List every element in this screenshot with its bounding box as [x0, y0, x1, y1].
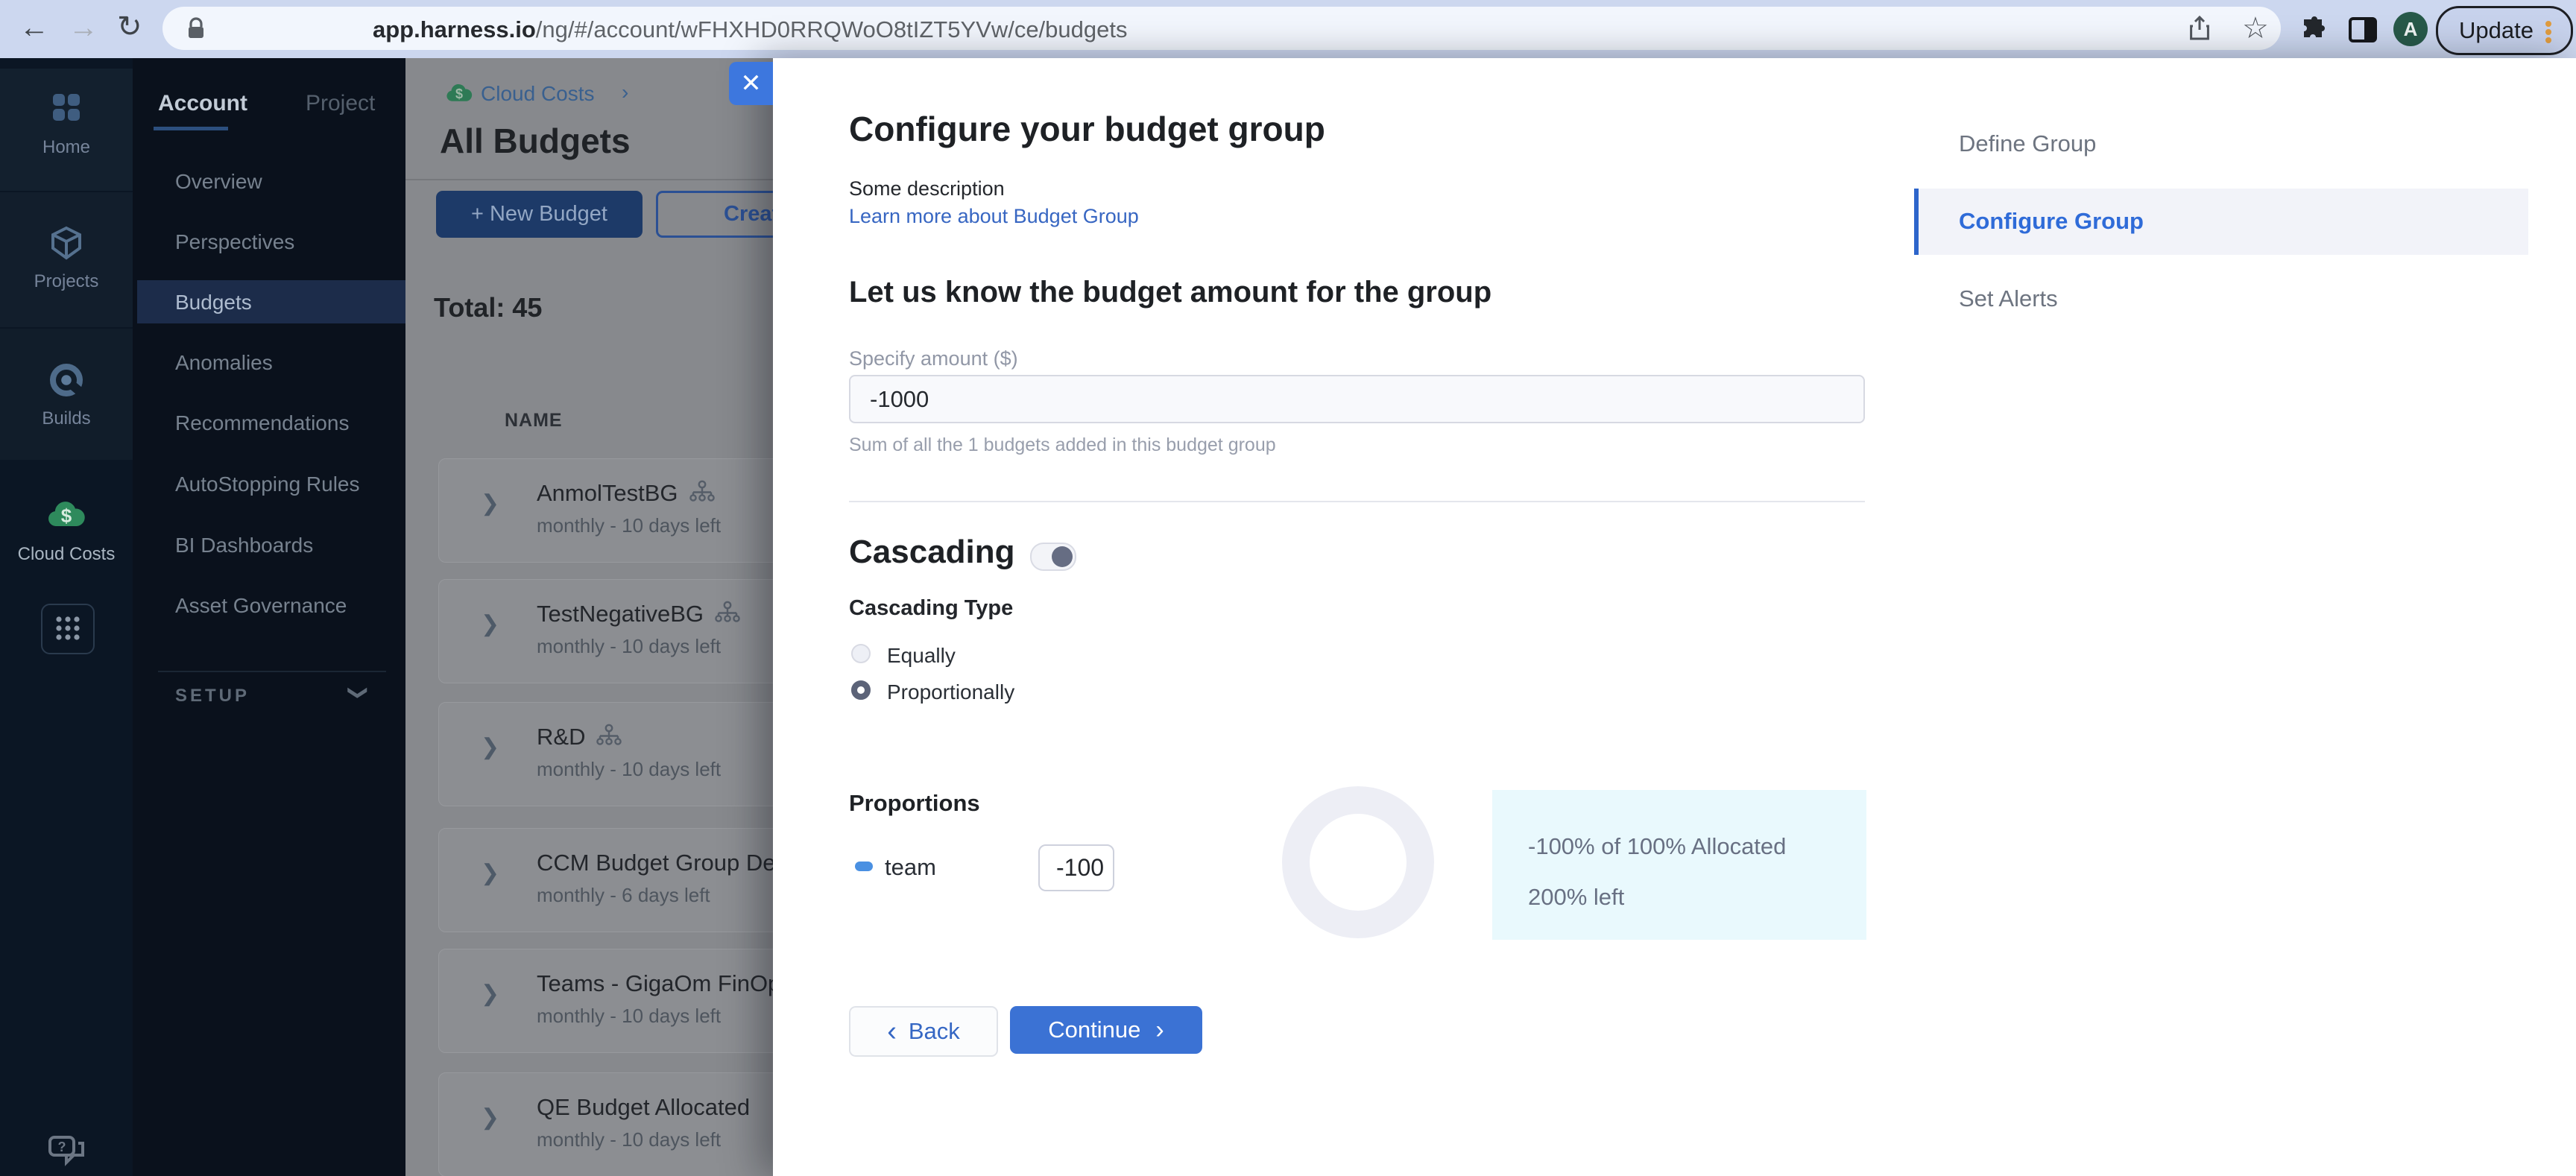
home-icon — [0, 88, 133, 127]
row-expand-chevron-icon[interactable]: ❯ — [481, 490, 499, 516]
toggle-knob — [1052, 546, 1073, 567]
app-area: Home Projects Builds $ Cloud Costs ? Acc… — [0, 58, 2576, 1176]
proportion-input[interactable] — [1038, 844, 1114, 891]
allocation-line2: 200% left — [1528, 884, 1625, 910]
svg-text:?: ? — [58, 1139, 66, 1154]
extensions-puzzle-icon[interactable] — [2299, 15, 2329, 45]
module-rail: Home Projects Builds $ Cloud Costs ? — [0, 58, 133, 1176]
radio-proportionally[interactable] — [851, 680, 871, 700]
chevron-left-icon: ‹ — [887, 1015, 897, 1047]
bookmark-star-icon[interactable]: ☆ — [2242, 11, 2269, 45]
amount-section-heading: Let us know the budget amount for the gr… — [849, 276, 1492, 309]
projects-icon — [0, 224, 133, 262]
sidebar-item-budgets[interactable]: Budgets — [175, 291, 252, 314]
proportion-row-label: team — [885, 854, 936, 880]
url-text: app.harness.io/ng/#/account/wFHXHD0RRQWo… — [373, 16, 1128, 42]
cloud-costs-sidebar: Account Project Overview Perspectives Bu… — [133, 58, 405, 1176]
sidebar-setup-header[interactable]: SETUP — [175, 686, 250, 706]
reload-icon[interactable]: ↻ — [117, 12, 142, 42]
cascading-type-label: Cascading Type — [849, 596, 1014, 620]
sidebar-item-anomalies[interactable]: Anomalies — [175, 351, 273, 375]
amount-helper-text: Sum of all the 1 budgets added in this b… — [849, 434, 1276, 455]
allocation-summary-box: -100% of 100% Allocated 200% left — [1492, 790, 1866, 940]
row-expand-chevron-icon[interactable]: ❯ — [481, 981, 499, 1007]
rail-item-cloud-costs[interactable]: $ Cloud Costs — [0, 496, 133, 565]
svg-text:$: $ — [455, 86, 463, 101]
row-expand-chevron-icon[interactable]: ❯ — [481, 1104, 499, 1131]
column-header-name: NAME — [505, 410, 563, 431]
sidebar-divider — [158, 671, 386, 672]
forward-icon[interactable]: → — [69, 13, 98, 42]
sidebar-item-overview[interactable]: Overview — [175, 170, 262, 194]
sidebar-item-asset-governance[interactable]: Asset Governance — [175, 594, 347, 618]
step-configure-group[interactable]: Configure Group — [1959, 208, 2144, 235]
tab-project[interactable]: Project — [306, 91, 375, 116]
avatar[interactable]: A — [2393, 12, 2428, 46]
drawer-description: Some description — [849, 177, 1005, 200]
configure-budget-group-drawer: ✕ Configure your budget group Some descr… — [729, 58, 2576, 1176]
browser-menu-dots-icon[interactable] — [2545, 19, 2551, 45]
header-divider — [405, 179, 773, 180]
rail-item-builds[interactable]: Builds — [0, 361, 133, 429]
rail-item-projects[interactable]: Projects — [0, 224, 133, 292]
tab-account[interactable]: Account — [158, 91, 247, 116]
radio-equally[interactable] — [851, 644, 871, 663]
cascading-toggle[interactable] — [1030, 543, 1076, 571]
row-expand-chevron-icon[interactable]: ❯ — [481, 734, 499, 760]
step-set-alerts[interactable]: Set Alerts — [1959, 285, 2058, 312]
close-icon: ✕ — [740, 69, 762, 98]
builds-icon — [0, 361, 133, 399]
breadcrumb-cloud-icon: $ — [443, 80, 475, 107]
help-chat-icon: ? — [0, 1134, 133, 1170]
back-icon[interactable]: ← — [19, 13, 49, 42]
cascading-heading: Cascading — [849, 534, 1015, 570]
page-title: All Budgets — [440, 121, 631, 160]
breadcrumb[interactable]: Cloud Costs — [481, 82, 595, 106]
budget-group-icon — [689, 480, 716, 502]
screen: ← → ↻ app.harness.io/ng/#/account/wFHXHD… — [0, 0, 2576, 1176]
row-expand-chevron-icon[interactable]: ❯ — [481, 611, 499, 637]
sidebar-item-autostopping-rules[interactable]: AutoStopping Rules — [175, 472, 360, 496]
share-icon[interactable] — [2187, 16, 2212, 41]
drawer-title: Configure your budget group — [849, 110, 1325, 148]
radio-equally-label[interactable]: Equally — [887, 644, 956, 668]
new-budget-button[interactable]: + New Budget — [436, 191, 643, 238]
update-button[interactable]: Update — [2436, 6, 2573, 55]
amount-input[interactable] — [849, 375, 1865, 423]
total-count: Total: 45 — [434, 292, 543, 323]
tab-account-underline — [154, 127, 228, 130]
section-divider — [849, 501, 1865, 502]
radio-proportionally-label[interactable]: Proportionally — [887, 680, 1014, 704]
learn-more-link[interactable]: Learn more about Budget Group — [849, 205, 1139, 228]
side-panel-icon[interactable] — [2348, 15, 2378, 45]
svg-text:$: $ — [61, 505, 72, 527]
chevron-down-icon[interactable]: ❯ — [347, 685, 370, 701]
row-expand-chevron-icon[interactable]: ❯ — [481, 860, 499, 886]
address-bar[interactable]: app.harness.io/ng/#/account/wFHXHD0RRQWo… — [162, 7, 2281, 50]
team-color-swatch — [855, 862, 873, 871]
allocation-line1: -100% of 100% Allocated — [1528, 833, 1787, 859]
proportions-heading: Proportions — [849, 790, 980, 816]
close-drawer-button[interactable]: ✕ — [729, 62, 773, 105]
back-button[interactable]: ‹ Back — [849, 1006, 998, 1057]
sidebar-item-recommendations[interactable]: Recommendations — [175, 411, 349, 435]
continue-button[interactable]: Continue › — [1010, 1006, 1202, 1054]
chevron-right-icon: › — [1155, 1015, 1164, 1044]
budget-group-icon — [596, 724, 622, 746]
amount-field-label: Specify amount ($) — [849, 347, 1018, 370]
breadcrumb-chevron-icon: › — [622, 80, 629, 104]
allocation-donut-chart — [1282, 786, 1434, 938]
step-define-group[interactable]: Define Group — [1959, 130, 2096, 157]
update-label: Update — [2459, 17, 2534, 43]
module-grid-icon[interactable] — [41, 604, 95, 654]
budget-group-icon — [714, 601, 741, 623]
sidebar-item-bi-dashboards[interactable]: BI Dashboards — [175, 534, 313, 557]
sidebar-item-perspectives[interactable]: Perspectives — [175, 230, 294, 254]
lock-icon — [185, 16, 207, 40]
rail-item-help[interactable]: ? HELP — [0, 1134, 133, 1176]
cloud-costs-icon: $ — [0, 496, 133, 535]
rail-item-home[interactable]: Home — [0, 88, 133, 158]
browser-chrome: ← → ↻ app.harness.io/ng/#/account/wFHXHD… — [0, 0, 2576, 60]
